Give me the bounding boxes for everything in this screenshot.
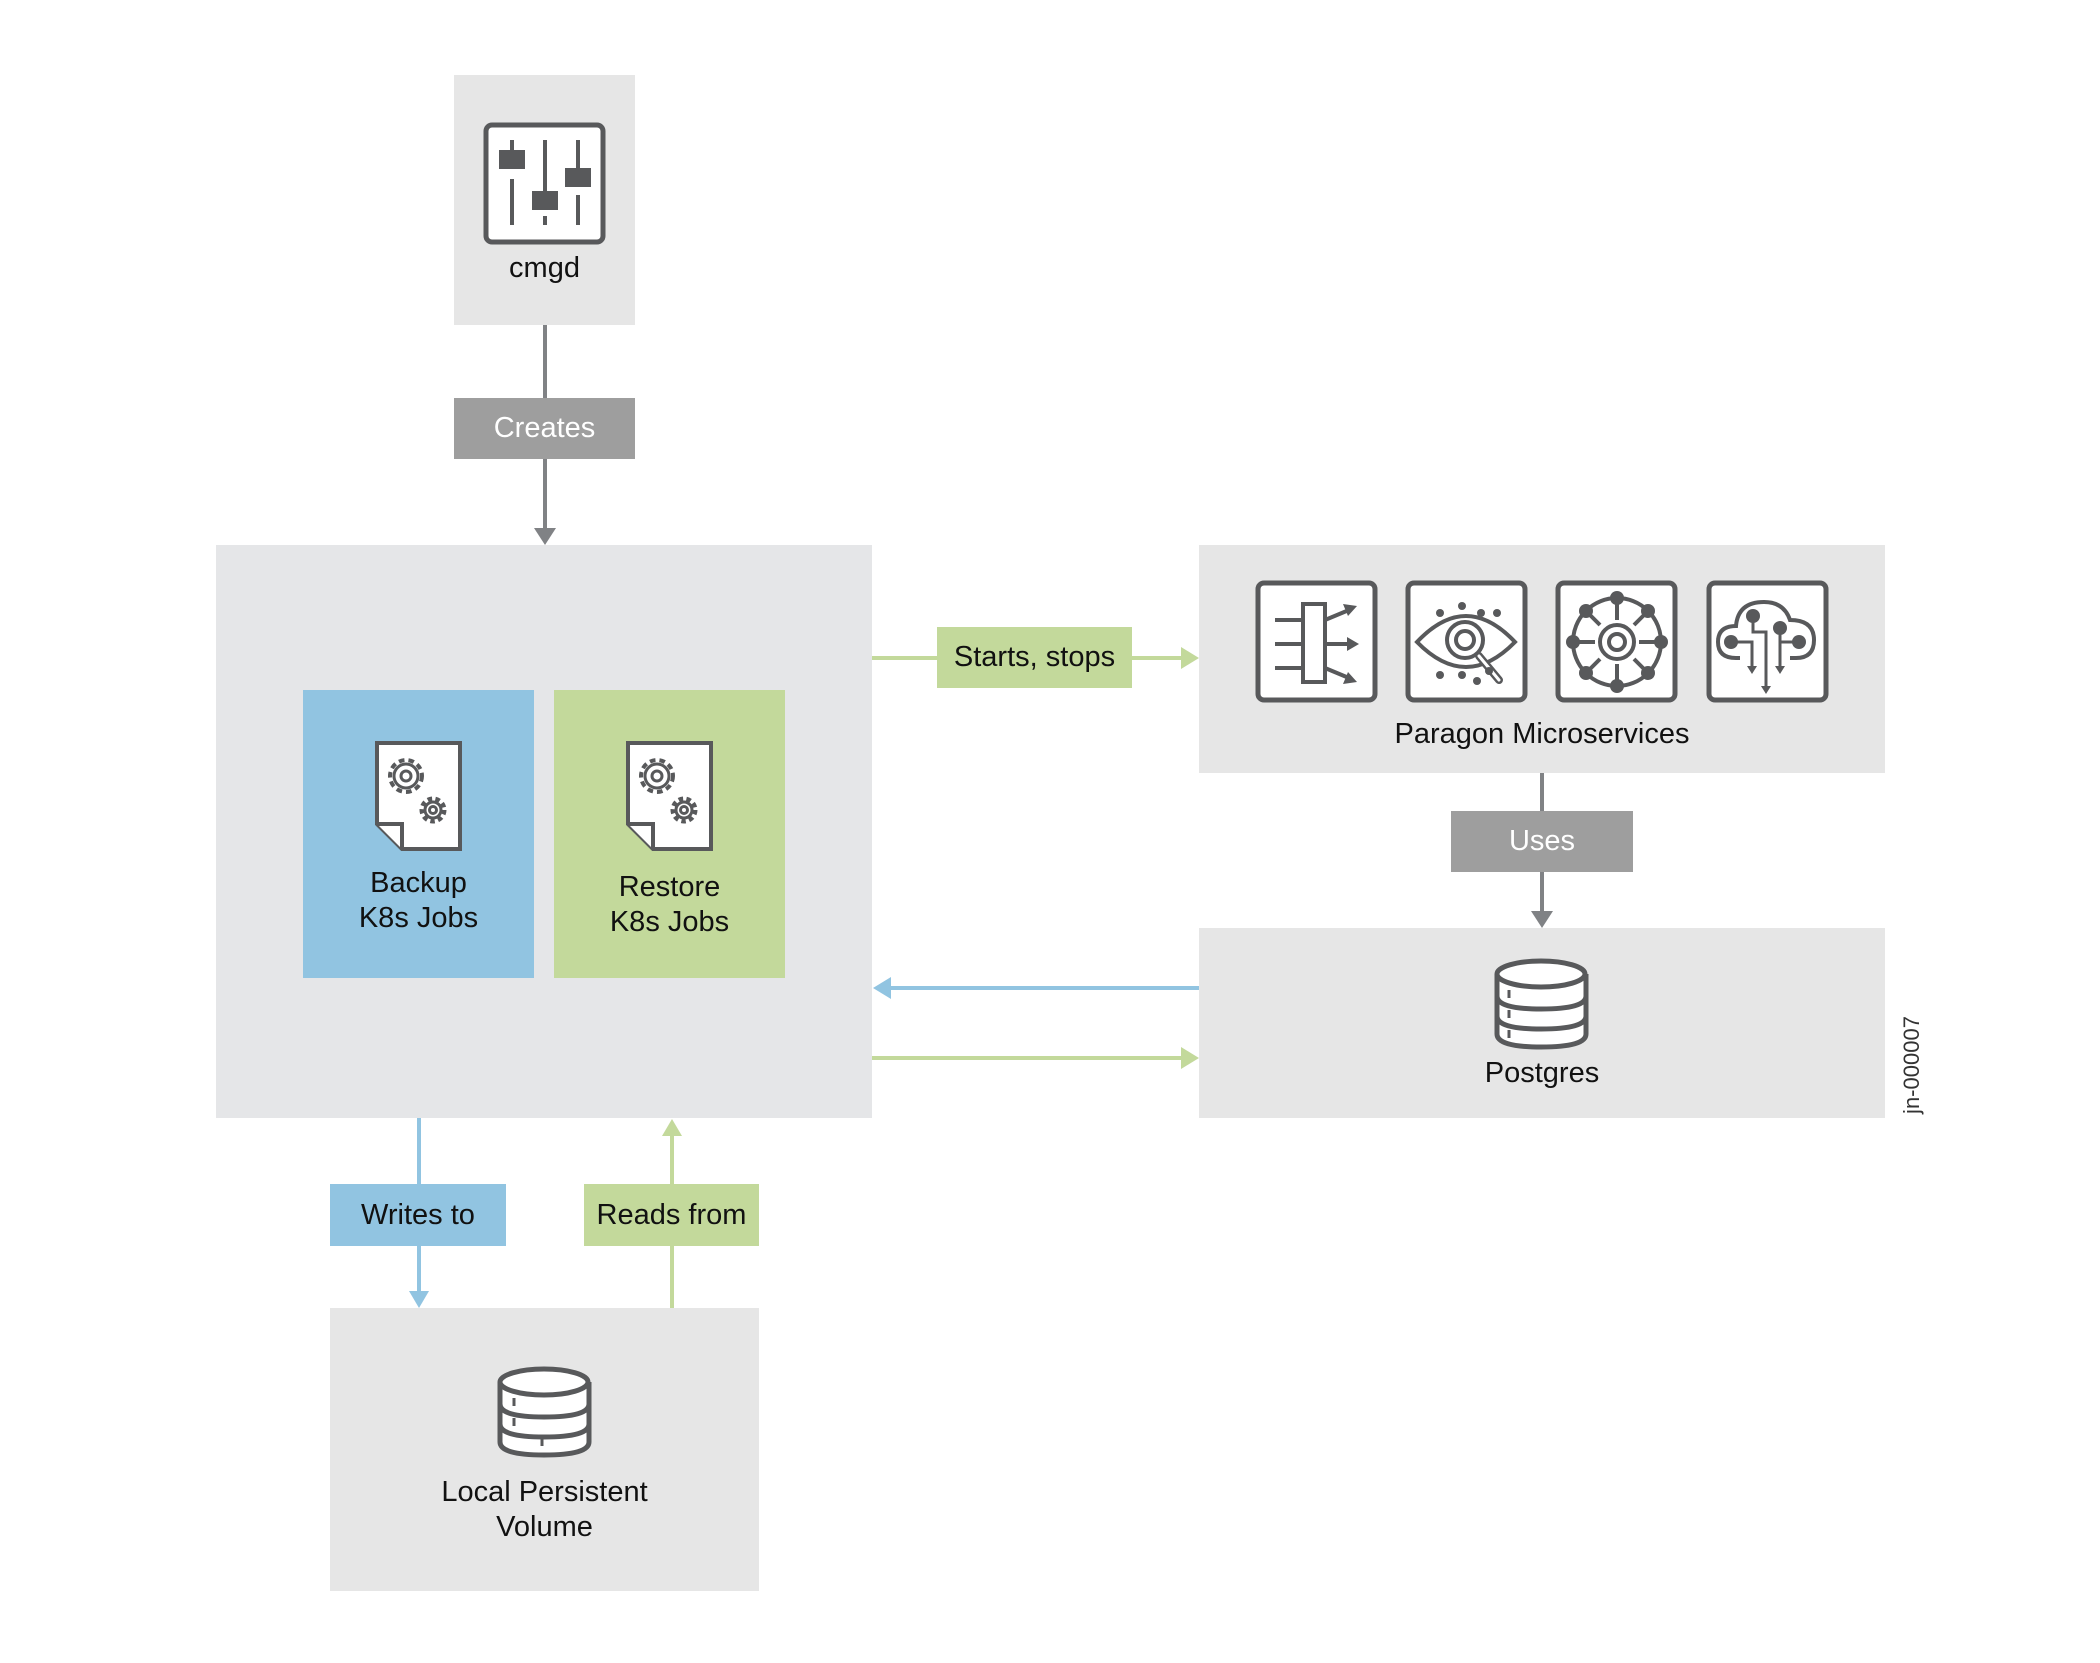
restore-label-line1: Restore: [618, 871, 721, 903]
database-icon: [497, 1366, 592, 1458]
postgres-node: Postgres: [1199, 928, 1885, 1118]
reads-from-label: Reads from: [584, 1184, 759, 1246]
restore-label: Restore K8s Jobs: [554, 870, 785, 940]
database-icon: [1494, 958, 1589, 1050]
uses-label: Uses: [1451, 811, 1633, 872]
cloud-circuit-icon: [1706, 580, 1829, 703]
postgres-to-main-arrowhead: [873, 977, 891, 999]
figure-id: jn-000007: [1899, 1016, 1924, 1114]
load-balancer-icon: [1255, 580, 1378, 703]
writes-to-label: Writes to: [330, 1184, 506, 1246]
backup-label-line1: Backup: [370, 867, 467, 899]
local-volume-label-line2: Volume: [496, 1511, 593, 1543]
gear-document-icon: [626, 741, 713, 851]
restore-label-line2: K8s Jobs: [609, 906, 730, 938]
postgres-label: Postgres: [1484, 1057, 1600, 1089]
restore-k8s-jobs: Restore K8s Jobs: [554, 690, 785, 978]
sliders-icon: [483, 122, 606, 245]
writes-to-arrowhead: [409, 1291, 429, 1308]
starts-stops-arrowhead: [1181, 647, 1199, 669]
local-persistent-volume-node: Local Persistent Volume: [330, 1308, 759, 1591]
cmgd-node: cmgd: [454, 75, 635, 325]
local-volume-label: Local Persistent Volume: [330, 1475, 759, 1545]
backup-k8s-jobs: Backup K8s Jobs: [303, 690, 534, 978]
backup-label-line2: K8s Jobs: [358, 902, 479, 934]
paragon-microservices-node: Paragon Microservices: [1199, 545, 1885, 773]
gear-document-icon: [375, 741, 462, 851]
creates-arrowhead: [534, 528, 556, 545]
main-to-postgres-arrowhead: [1181, 1047, 1199, 1069]
uses-arrowhead: [1531, 911, 1553, 928]
paragon-label: Paragon Microservices: [1394, 718, 1690, 750]
network-hub-icon: [1555, 580, 1678, 703]
starts-stops-label: Starts, stops: [937, 627, 1132, 688]
reads-from-arrowhead: [662, 1119, 682, 1136]
local-volume-label-line1: Local Persistent: [441, 1476, 648, 1508]
creates-label: Creates: [454, 398, 635, 459]
cmgd-label: cmgd: [509, 252, 580, 284]
eye-analytics-icon: [1405, 580, 1528, 703]
backup-label: Backup K8s Jobs: [303, 866, 534, 936]
